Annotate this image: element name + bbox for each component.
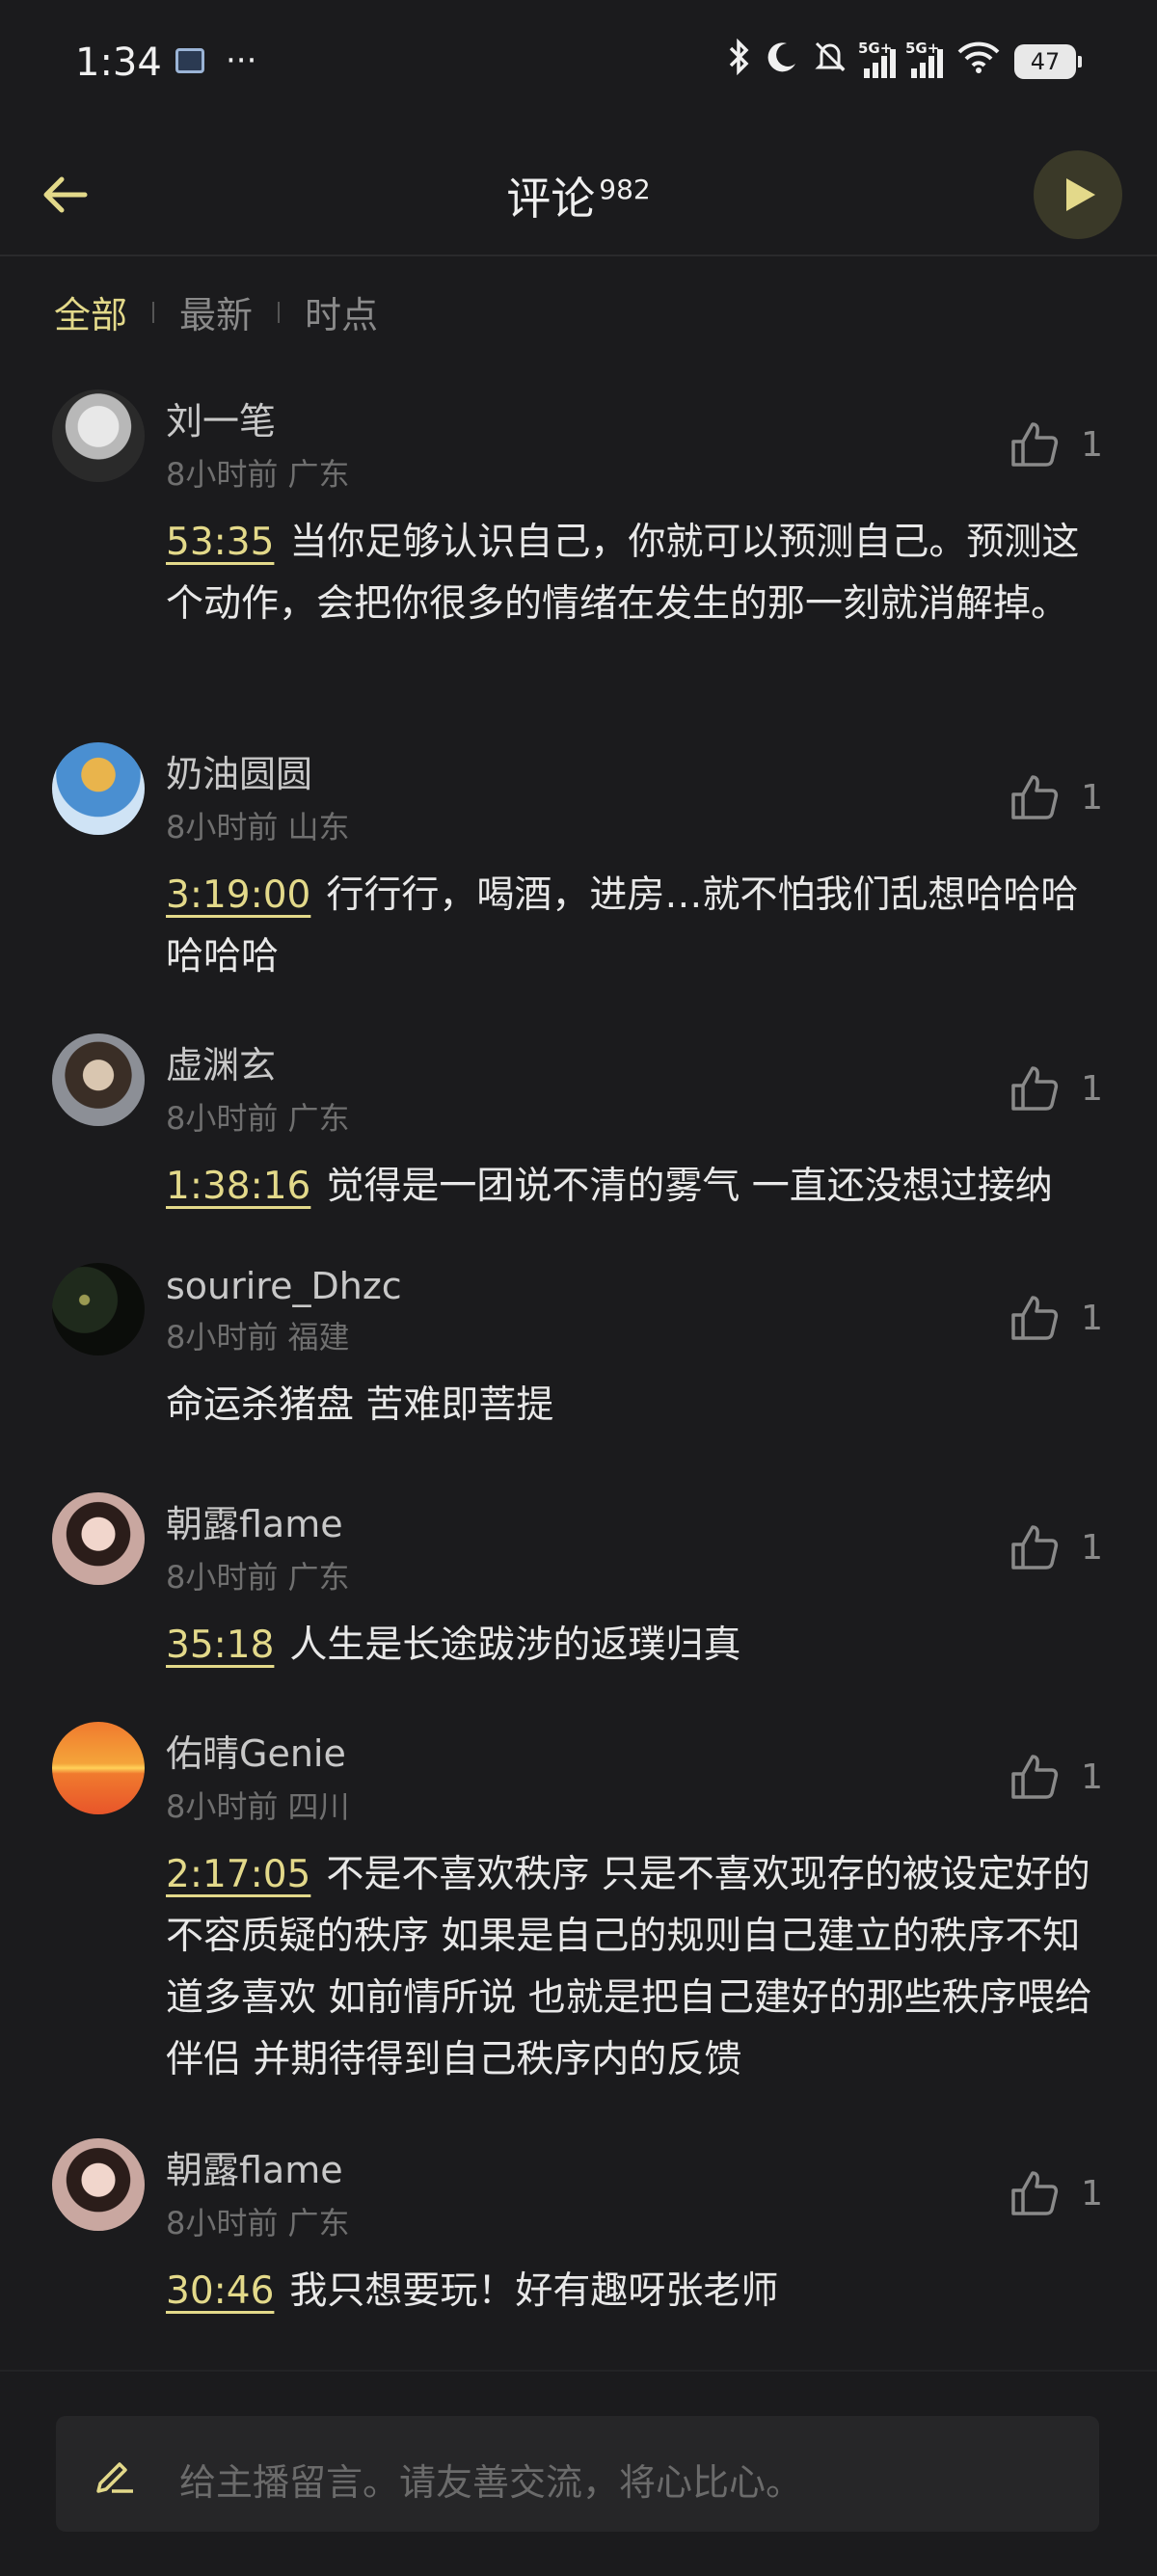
avatar[interactable] [52, 1492, 145, 1585]
mute-bell-icon [812, 39, 848, 84]
comment-text: 3:19:00 行行行，喝酒，进房…就不怕我们乱想哈哈哈哈哈哈 [166, 873, 1079, 979]
comment-meta: 8小时前 广东 [166, 1559, 350, 1596]
comment-input-bar: 给主播留言。请友善交流，将心比心。 [0, 2370, 1157, 2576]
like-count: 1 [1081, 1068, 1103, 1109]
avatar[interactable] [52, 742, 145, 835]
comment-item: 虚渊玄 8小时前 广东 1 1:38:16 觉得是一团说不清的雾气 一直还没想过接… [0, 1010, 1157, 1240]
comment-input[interactable]: 给主播留言。请友善交流，将心比心。 [56, 2416, 1099, 2532]
bluetooth-icon [727, 38, 752, 84]
avatar[interactable] [52, 389, 145, 482]
comment-item: 刘一笔 8小时前 广东 1 53:35 当你足够认识自己，你就可以预测自己。预测这… [0, 366, 1157, 719]
comment-meta: 8小时前 广东 [166, 456, 350, 493]
comment-item: 朝露flame 8小时前 广东 1 35:18 人生是长途跋涉的返璞归真 [0, 1469, 1157, 1699]
comment-text: 53:35 当你足够认识自己，你就可以预测自己。预测这个动作，会把你很多的情绪在发… [166, 521, 1080, 626]
battery-indicator: 47 [1014, 43, 1082, 79]
wifi-icon [956, 40, 1001, 82]
comment-item: sourire_Dhzc 8小时前 福建 1 命运杀猪盘 苦难即菩提 [0, 1240, 1157, 1469]
timestamp-link[interactable]: 53:35 [166, 521, 274, 564]
like-button[interactable]: 1 [1009, 1753, 1103, 1801]
timestamp-link[interactable]: 35:18 [166, 1623, 274, 1667]
avatar[interactable] [52, 1722, 145, 1814]
comment-meta: 8小时前 福建 [166, 1319, 350, 1355]
play-button[interactable] [1034, 150, 1122, 239]
timestamp-link[interactable]: 3:19:00 [166, 873, 310, 917]
thumbs-up-icon [1011, 2171, 1059, 2215]
cell-signal-2-icon: 5G+ [905, 40, 943, 78]
like-button[interactable]: 1 [1009, 1523, 1103, 1571]
timestamp-link[interactable]: 30:46 [166, 2269, 274, 2313]
thumbs-up-icon [1011, 1296, 1059, 1340]
comment-text: 35:18 人生是长途跋涉的返璞归真 [166, 1623, 741, 1667]
like-button[interactable]: 1 [1009, 420, 1103, 469]
comment-count: 982 [599, 173, 651, 205]
tab-timepoint[interactable]: 时点 [305, 285, 378, 338]
tab-divider [278, 301, 281, 323]
comment-text: 1:38:16 觉得是一团说不清的雾气 一直还没想过接纳 [166, 1165, 1053, 1208]
comment-item: 奶油圆圆 8小时前 山东 1 3:19:00 行行行，喝酒，进房…就不怕我们乱想哈… [0, 719, 1157, 1010]
thumbs-up-icon [1011, 775, 1059, 819]
avatar[interactable] [52, 1263, 145, 1355]
thumbs-up-icon [1011, 1066, 1059, 1111]
cell-signal-1-icon: 5G+ [858, 40, 896, 78]
like-button[interactable]: 1 [1009, 2169, 1103, 2217]
like-count: 1 [1081, 1527, 1103, 1568]
like-count: 1 [1081, 1757, 1103, 1797]
like-button[interactable]: 1 [1009, 1294, 1103, 1342]
comment-username[interactable]: 奶油圆圆 [166, 719, 1103, 797]
status-time: 1:34 [75, 40, 162, 85]
comment-username[interactable]: 刘一笔 [166, 366, 1103, 444]
avatar[interactable] [52, 1033, 145, 1126]
comment-text: 30:46 我只想要玩！好有趣呀张老师 [166, 2269, 779, 2313]
gallery-notification-icon [175, 48, 204, 73]
like-button[interactable]: 1 [1009, 1064, 1103, 1113]
like-count: 1 [1081, 2173, 1103, 2214]
more-notifications-icon: ··· [226, 41, 257, 80]
sort-tabs: 全部 最新 时点 [54, 285, 378, 338]
comment-meta: 8小时前 山东 [166, 809, 350, 845]
play-icon [1066, 178, 1095, 211]
timestamp-link[interactable]: 2:17:05 [166, 1853, 310, 1896]
comment-text: 2:17:05 不是不喜欢秩序 只是不喜欢现存的被设定好的不容质疑的秩序 如果是自… [166, 1853, 1092, 2081]
thumbs-up-icon [1011, 422, 1059, 467]
do-not-disturb-moon-icon [766, 40, 798, 82]
timestamp-link[interactable]: 1:38:16 [166, 1165, 310, 1208]
edit-pen-icon [96, 2462, 133, 2493]
comment-input-placeholder: 给主播留言。请友善交流，将心比心。 [179, 2461, 803, 2504]
comment-meta: 8小时前 广东 [166, 2205, 350, 2241]
like-count: 1 [1081, 777, 1103, 818]
like-count: 1 [1081, 424, 1103, 465]
tab-latest[interactable]: 最新 [179, 285, 253, 338]
like-button[interactable]: 1 [1009, 773, 1103, 821]
comment-text: 命运杀猪盘 苦难即菩提 [166, 1383, 554, 1427]
page-header: 评论 982 [0, 135, 1157, 256]
tab-divider [152, 301, 155, 323]
avatar[interactable] [52, 2138, 145, 2231]
page-title: 评论 982 [506, 173, 651, 225]
comment-username[interactable]: 虚渊玄 [166, 1010, 1103, 1088]
comment-username[interactable]: 朝露flame [166, 1469, 1103, 1547]
comment-username[interactable]: sourire_Dhzc [166, 1240, 1103, 1307]
comment-username[interactable]: 朝露flame [166, 2115, 1103, 2193]
comment-meta: 8小时前 四川 [166, 1788, 350, 1825]
tab-all[interactable]: 全部 [54, 285, 127, 338]
status-bar: 1:34 ··· 5G+ 5G+ 47 [0, 0, 1157, 135]
thumbs-up-icon [1011, 1525, 1059, 1570]
comment-meta: 8小时前 广东 [166, 1100, 350, 1137]
comment-list: 刘一笔 8小时前 广东 1 53:35 当你足够认识自己，你就可以预测自己。预测这… [0, 366, 1157, 2345]
thumbs-up-icon [1011, 1755, 1059, 1799]
comment-item: 佑晴Genie 8小时前 四川 1 2:17:05 不是不喜欢秩序 只是不喜欢现存… [0, 1699, 1157, 2115]
comment-item: 朝露flame 8小时前 广东 1 30:46 我只想要玩！好有趣呀张老师 [0, 2115, 1157, 2345]
like-count: 1 [1081, 1298, 1103, 1338]
comment-username[interactable]: 佑晴Genie [166, 1699, 1103, 1777]
